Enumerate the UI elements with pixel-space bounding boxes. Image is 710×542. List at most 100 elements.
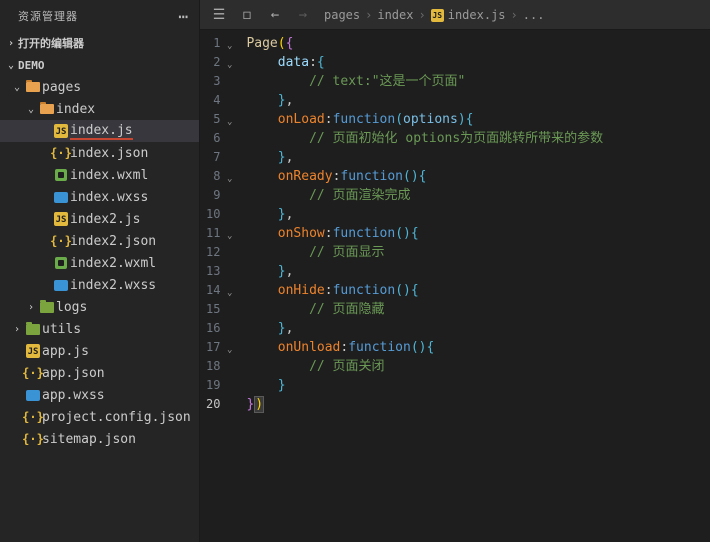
code-line[interactable]: onShow:function(){ (246, 224, 603, 243)
code-line[interactable]: Page({ (246, 34, 603, 53)
editor-topbar: ☰ ◻ ← → pages›index›JSindex.js›... (200, 0, 710, 30)
tree-item-label: logs (56, 300, 87, 315)
tree-item-utils[interactable]: ›utils (0, 318, 199, 340)
breadcrumb[interactable]: pages›index›JSindex.js›... (324, 8, 544, 22)
tree-item-label: index.json (70, 146, 148, 161)
open-editors-label: 打开的编辑器 (18, 35, 84, 51)
tree-item-label: pages (42, 80, 81, 95)
code-line[interactable]: }, (246, 148, 603, 167)
line-number: 9 (206, 186, 220, 205)
line-number: 19 (206, 376, 220, 395)
code-line[interactable]: onHide:function(){ (246, 281, 603, 300)
tree-item-label: index (56, 102, 95, 117)
tree-item-index-wxss[interactable]: ›index.wxss (0, 186, 199, 208)
fold-icon[interactable]: ⌄ (227, 113, 232, 132)
code-line[interactable]: onReady:function(){ (246, 167, 603, 186)
line-number: 8⌄ (206, 167, 220, 186)
line-number: 14⌄ (206, 281, 220, 300)
fold-icon[interactable]: ⌄ (227, 170, 232, 189)
line-number: 11⌄ (206, 224, 220, 243)
tree-item-app-js[interactable]: ›JSapp.js (0, 340, 199, 362)
fold-icon[interactable]: ⌄ (227, 56, 232, 75)
line-number: 5⌄ (206, 110, 220, 129)
code-line[interactable]: data:{ (246, 53, 603, 72)
tree-item-index[interactable]: ⌄ index (0, 98, 199, 120)
tree-item-project-config-json[interactable]: ›{·}project.config.json (0, 406, 199, 428)
code-line[interactable]: onUnload:function(){ (246, 338, 603, 357)
tree-item-index-js[interactable]: ›JSindex.js (0, 120, 199, 142)
chevron-right-icon: › (4, 38, 18, 49)
fold-icon[interactable]: ⌄ (227, 284, 232, 303)
explorer-title: 资源管理器 (18, 8, 78, 24)
tree-item-label: index2.wxss (70, 278, 156, 293)
tree-item-app-json[interactable]: ›{·}app.json (0, 362, 199, 384)
file-tree: ⌄pages⌄index›JSindex.js›{·}index.json›in… (0, 76, 199, 542)
code-line[interactable]: // 页面关闭 (246, 357, 603, 376)
code-line[interactable]: }, (246, 91, 603, 110)
code-content[interactable]: Page({ data:{ // text:"这是一个页面" }, onLoad… (228, 30, 603, 542)
code-line[interactable]: // 页面渲染完成 (246, 186, 603, 205)
tree-item-sitemap-json[interactable]: ›{·}sitemap.json (0, 428, 199, 450)
tree-item-index2-wxml[interactable]: ›index2.wxml (0, 252, 199, 274)
tree-item-index2-json[interactable]: ›{·}index2.json (0, 230, 199, 252)
tree-item-label: utils (42, 322, 81, 337)
code-line[interactable]: // 页面初始化 options为页面跳转所带来的参数 (246, 129, 603, 148)
chevron-down-icon: ⌄ (24, 104, 38, 115)
line-number: 10 (206, 205, 220, 224)
tree-item-index-json[interactable]: ›{·}index.json (0, 142, 199, 164)
code-line[interactable]: }, (246, 262, 603, 281)
line-number: 18 (206, 357, 220, 376)
editor: ☰ ◻ ← → pages›index›JSindex.js›... 1⌄2⌄3… (200, 0, 710, 542)
breadcrumb-segment[interactable]: index (377, 8, 413, 22)
line-number: 7 (206, 148, 220, 167)
tree-item-label: sitemap.json (42, 432, 136, 447)
breadcrumb-sep: › (362, 8, 375, 22)
fold-icon[interactable]: ⌄ (227, 341, 232, 360)
code-area[interactable]: 1⌄2⌄345⌄678⌄91011⌄121314⌄151617⌄181920 P… (200, 30, 710, 542)
chevron-down-icon: ⌄ (10, 82, 24, 93)
section-project[interactable]: ⌄ DEMO (0, 54, 199, 76)
breadcrumb-segment[interactable]: pages (324, 8, 360, 22)
nav-forward-icon[interactable]: → (290, 2, 316, 28)
section-open-editors[interactable]: › 打开的编辑器 (0, 32, 199, 54)
fold-icon[interactable]: ⌄ (227, 37, 232, 56)
breadcrumb-segment[interactable]: ... (523, 8, 545, 22)
line-number: 3 (206, 72, 220, 91)
breadcrumb-sep: › (508, 8, 521, 22)
line-number: 13 (206, 262, 220, 281)
nav-back-icon[interactable]: ← (262, 2, 288, 28)
tree-item-label: project.config.json (42, 410, 191, 425)
tree-item-logs[interactable]: ›logs (0, 296, 199, 318)
code-line[interactable]: } (246, 376, 603, 395)
code-line[interactable]: onLoad:function(options){ (246, 110, 603, 129)
more-icon[interactable]: ⋯ (178, 7, 189, 26)
tree-item-label: index.js (70, 123, 133, 140)
tree-item-label: index.wxss (70, 190, 148, 205)
line-number: 2⌄ (206, 53, 220, 72)
breadcrumb-segment[interactable]: JSindex.js (431, 8, 506, 22)
bookmark-icon[interactable]: ◻ (234, 2, 260, 28)
code-line[interactable]: // text:"这是一个页面" (246, 72, 603, 91)
code-line[interactable]: // 页面隐藏 (246, 300, 603, 319)
line-number: 17⌄ (206, 338, 220, 357)
tree-item-label: app.json (42, 366, 105, 381)
code-line[interactable]: }, (246, 205, 603, 224)
breadcrumb-sep: › (415, 8, 428, 22)
code-line[interactable]: // 页面显示 (246, 243, 603, 262)
gutter: 1⌄2⌄345⌄678⌄91011⌄121314⌄151617⌄181920 (200, 30, 228, 542)
code-line[interactable]: }, (246, 319, 603, 338)
tree-item-index2-js[interactable]: ›JSindex2.js (0, 208, 199, 230)
fold-icon[interactable]: ⌄ (227, 227, 232, 246)
tree-item-index2-wxss[interactable]: ›index2.wxss (0, 274, 199, 296)
tree-item-index-wxml[interactable]: ›index.wxml (0, 164, 199, 186)
line-number: 16 (206, 319, 220, 338)
list-icon[interactable]: ☰ (206, 2, 232, 28)
tree-item-app-wxss[interactable]: ›app.wxss (0, 384, 199, 406)
tree-item-label: app.wxss (42, 388, 105, 403)
line-number: 6 (206, 129, 220, 148)
tree-item-label: app.js (42, 344, 89, 359)
line-number: 15 (206, 300, 220, 319)
tree-item-pages[interactable]: ⌄ pages (0, 76, 199, 98)
line-number: 1⌄ (206, 34, 220, 53)
code-line[interactable]: }) (246, 395, 603, 414)
